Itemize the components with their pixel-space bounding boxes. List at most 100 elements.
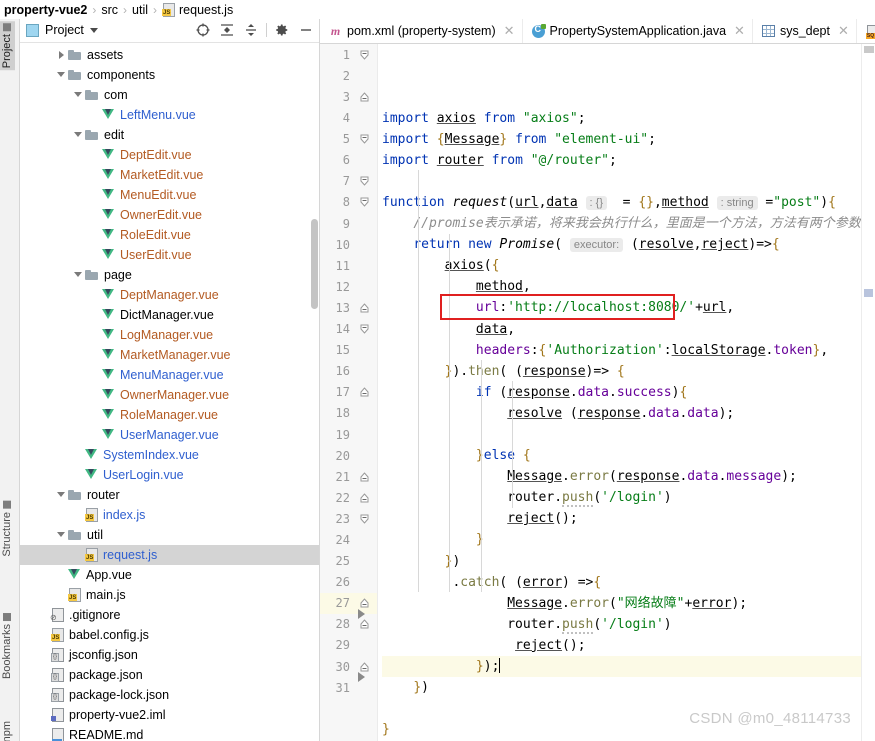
gutter-line[interactable]: 5 [320, 129, 377, 150]
gutter-line[interactable]: 28 [320, 614, 377, 635]
tree-item-leftmenu-vue[interactable]: LeftMenu.vue [20, 105, 319, 125]
tree-item-babel-config-js[interactable]: babel.config.js [20, 625, 319, 645]
tree-item-useredit-vue[interactable]: UserEdit.vue [20, 245, 319, 265]
chevron-right-icon[interactable] [54, 50, 68, 59]
code-line[interactable]: }); [382, 656, 861, 678]
tree-item-menumanager-vue[interactable]: MenuManager.vue [20, 365, 319, 385]
code-line[interactable]: reject(); [382, 635, 861, 656]
code-line[interactable]: router.push('/login') [382, 614, 861, 635]
tree-item-components[interactable]: components [20, 65, 319, 85]
close-icon[interactable]: ✕ [734, 23, 745, 39]
scrollbar-thumb[interactable] [864, 46, 874, 54]
tree-item-jsconfig-json[interactable]: jsconfig.json [20, 645, 319, 665]
project-file-tree[interactable]: assets components com LeftMenu.vue edit DeptE… [20, 43, 319, 741]
gutter-line[interactable]: 8 [320, 192, 377, 213]
code-fold-icon[interactable] [360, 387, 369, 397]
gutter-line[interactable]: 11 [320, 255, 377, 276]
gutter-line[interactable]: 6 [320, 150, 377, 171]
code-line[interactable]: //promise表示承诺，将来我会执行什么，里面是一个方法，方法有两个参数 [382, 213, 861, 234]
gutter-line[interactable]: 31 [320, 677, 377, 698]
gutter-line[interactable]: 7 [320, 171, 377, 192]
close-icon[interactable]: ✕ [504, 23, 515, 39]
code-fold-icon[interactable] [360, 134, 369, 144]
tree-item-deptedit-vue[interactable]: DeptEdit.vue [20, 145, 319, 165]
code-line[interactable]: }) [382, 677, 861, 698]
tree-item-dictmanager-vue[interactable]: DictManager.vue [20, 305, 319, 325]
breadcrumb-item-src[interactable]: src [101, 3, 118, 17]
tool-button-npm[interactable]: npm [0, 719, 15, 741]
editor-tab-overflow[interactable] [857, 19, 875, 43]
code-line[interactable]: } [382, 529, 861, 550]
code-line[interactable]: router.push('/login') [382, 487, 861, 508]
code-line[interactable] [382, 171, 861, 192]
tree-item-logmanager-vue[interactable]: LogManager.vue [20, 325, 319, 345]
chevron-down-icon[interactable] [89, 27, 98, 33]
code-line[interactable]: url:'http://localhost:8080/'+url, [382, 297, 861, 318]
tree-item-readme-md[interactable]: README.md [20, 725, 319, 741]
editor-tab-pom-xml[interactable]: m pom.xml (property-system) ✕ [320, 19, 523, 44]
expand-all-icon[interactable] [218, 21, 236, 39]
project-panel-title[interactable]: Project [45, 23, 84, 37]
code-fold-icon[interactable] [360, 662, 369, 672]
project-panel-scrollbar[interactable] [311, 219, 318, 309]
gutter-line[interactable]: 23 [320, 508, 377, 529]
code-line[interactable]: import {Message} from "element-ui"; [382, 129, 861, 150]
tree-item-request-js[interactable]: request.js [20, 544, 319, 565]
tree-item-roleedit-vue[interactable]: RoleEdit.vue [20, 225, 319, 245]
code-fold-icon[interactable] [360, 50, 369, 60]
tree-item-package-json[interactable]: package.json [20, 665, 319, 685]
breadcrumb-file[interactable]: request.js [162, 3, 233, 17]
breadcrumb-project[interactable]: property-vue2 [4, 3, 87, 17]
gear-icon[interactable] [273, 21, 291, 39]
tree-item-owneredit-vue[interactable]: OwnerEdit.vue [20, 205, 319, 225]
tree-item-util[interactable]: util [20, 525, 319, 545]
code-fold-icon[interactable] [360, 493, 369, 503]
tree-item-rolemanager-vue[interactable]: RoleManager.vue [20, 405, 319, 425]
tree-item-menuedit-vue[interactable]: MenuEdit.vue [20, 185, 319, 205]
tree-item-systemindex-vue[interactable]: SystemIndex.vue [20, 445, 319, 465]
breadcrumb-item-util[interactable]: util [132, 3, 148, 17]
code-line[interactable]: }else { [382, 445, 861, 466]
chevron-down-icon[interactable] [71, 132, 85, 138]
gutter-line[interactable]: 27 [320, 592, 377, 619]
code-line[interactable]: import axios from "axios"; [382, 108, 861, 129]
gutter-line[interactable]: 2 [320, 65, 377, 86]
code-line[interactable] [382, 424, 861, 445]
tree-item-edit[interactable]: edit [20, 125, 319, 145]
code-line[interactable]: axios({ [382, 255, 861, 276]
chevron-down-icon[interactable] [71, 92, 85, 98]
code-line[interactable]: if (response.data.success){ [382, 382, 861, 403]
code-fold-icon[interactable] [360, 303, 369, 313]
editor-tab-property-system-application[interactable]: PropertySystemApplication.java ✕ [523, 19, 753, 44]
tree-item-deptmanager-vue[interactable]: DeptManager.vue [20, 285, 319, 305]
tree-item-index-js[interactable]: index.js [20, 505, 319, 525]
tree-item-usermanager-vue[interactable]: UserManager.vue [20, 425, 319, 445]
editor-error-stripe[interactable] [861, 44, 875, 741]
minimize-icon[interactable] [297, 21, 315, 39]
tree-item-page[interactable]: page [20, 265, 319, 285]
gutter-line[interactable]: 12 [320, 276, 377, 297]
chevron-down-icon[interactable] [54, 492, 68, 498]
gutter-line[interactable]: 25 [320, 551, 377, 572]
code-fold-icon[interactable] [360, 92, 369, 102]
tool-button-project[interactable]: Project [0, 21, 15, 71]
editor-tab-sys-dept[interactable]: sys_dept ✕ [753, 19, 857, 44]
gutter-line[interactable]: 3 [320, 86, 377, 107]
gutter-line[interactable]: 9 [320, 213, 377, 234]
close-icon[interactable]: ✕ [838, 23, 849, 39]
gutter-line[interactable]: 30 [320, 656, 377, 683]
tree-item-marketedit-vue[interactable]: MarketEdit.vue [20, 165, 319, 185]
tree-item-app-vue[interactable]: App.vue [20, 565, 319, 585]
code-fold-icon[interactable] [360, 598, 369, 608]
tool-button-structure[interactable]: Structure [0, 499, 15, 559]
gutter-line[interactable]: 22 [320, 487, 377, 508]
gutter-line[interactable]: 21 [320, 466, 377, 487]
gutter-line[interactable]: 26 [320, 572, 377, 593]
stripe-marker[interactable] [864, 289, 873, 298]
tree-item-com[interactable]: com [20, 85, 319, 105]
code-fold-icon[interactable] [360, 197, 369, 207]
gutter-line[interactable]: 1 [320, 44, 377, 65]
code-fold-icon[interactable] [360, 619, 369, 629]
tree-item-main-js[interactable]: main.js [20, 585, 319, 605]
tree-item-package-lock-json[interactable]: package-lock.json [20, 685, 319, 705]
